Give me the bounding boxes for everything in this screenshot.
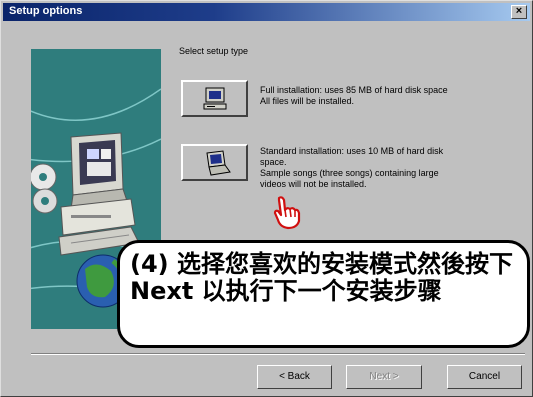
option-line: Sample songs (three songs) containing la… bbox=[260, 168, 439, 178]
divider bbox=[31, 353, 525, 355]
cancel-button[interactable]: Cancel bbox=[447, 365, 522, 389]
standard-installation-button[interactable] bbox=[181, 144, 248, 181]
laptop-computer-icon bbox=[206, 150, 231, 176]
next-button[interactable]: Next > bbox=[346, 365, 422, 389]
setup-options-dialog: Setup options × Select setup type Full i… bbox=[0, 0, 533, 397]
option-line: space. bbox=[260, 157, 287, 167]
standard-installation-description: Standard installation: uses 10 MB of har… bbox=[260, 146, 515, 190]
close-button[interactable]: × bbox=[511, 5, 527, 19]
callout-text: (4) 选择您喜欢的安装模式然後按下 Next 以执行下一个安装步骤 bbox=[130, 250, 513, 305]
window-title: Setup options bbox=[9, 5, 83, 17]
desktop-computer-icon bbox=[203, 87, 227, 110]
pointing-hand-icon bbox=[269, 194, 305, 235]
full-installation-description: Full installation: uses 85 MB of hard di… bbox=[260, 85, 515, 107]
option-line: Standard installation: uses 10 MB of har… bbox=[260, 146, 444, 156]
full-installation-button[interactable] bbox=[181, 80, 248, 117]
instruction-callout: (4) 选择您喜欢的安装模式然後按下 Next 以执行下一个安装步骤 bbox=[117, 240, 530, 348]
option-line: Full installation: uses 85 MB of hard di… bbox=[260, 85, 448, 95]
option-line: All files will be installed. bbox=[260, 96, 355, 106]
back-button[interactable]: < Back bbox=[257, 365, 332, 389]
select-setup-type-label: Select setup type bbox=[179, 46, 249, 56]
title-bar[interactable]: Setup options × bbox=[3, 3, 530, 21]
option-line: videos will not be installed. bbox=[260, 179, 367, 189]
